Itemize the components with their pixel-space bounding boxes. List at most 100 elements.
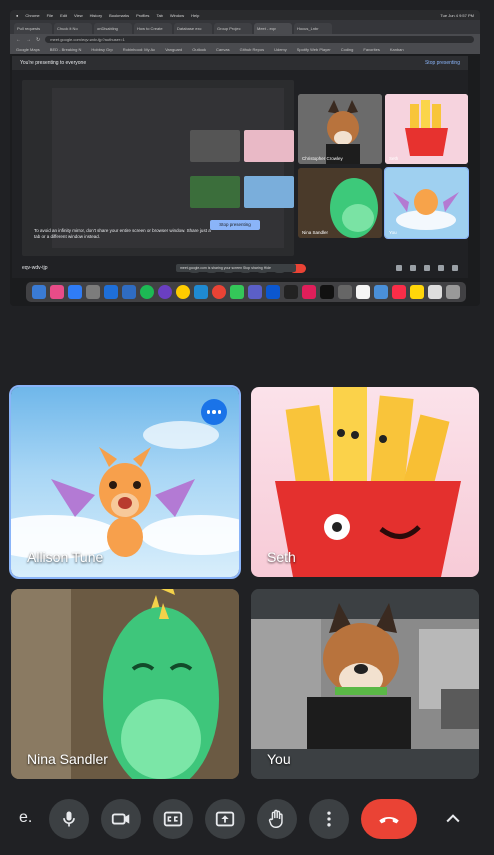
bookmark: Github Repos [239, 47, 265, 52]
mini-right-icons [396, 265, 458, 271]
green-dinosaur-icon [298, 168, 382, 238]
browser-tab: Database exc [174, 23, 212, 34]
vscode-icon [194, 285, 208, 299]
browser-tab: How to Create [134, 23, 172, 34]
mirror-tile [190, 176, 240, 208]
microphone-button[interactable] [49, 799, 89, 839]
closed-captions-icon [163, 811, 183, 827]
bookmarks-bar: Google Maps BED - Breaking N Hobbsy Grp … [10, 45, 480, 54]
participant-tile-nina[interactable]: Nina Sandler [11, 589, 239, 779]
address-bar: meet.google.com/eqv-wdv-tjp?authuser=1 [45, 36, 474, 43]
document-icon [428, 285, 442, 299]
purple-winged-dragon-icon [385, 168, 468, 238]
infinity-mirror-warning: To avoid an infinity mirror, don't share… [34, 228, 211, 239]
captions-button[interactable] [153, 799, 193, 839]
mac-dock [26, 282, 466, 302]
mini-info-icon [396, 265, 402, 271]
trash-icon [446, 285, 460, 299]
mirror-tile [244, 176, 294, 208]
mini-tile-nina: Nina Sandler [298, 168, 382, 238]
teams-icon [248, 285, 262, 299]
bookmark: Google Maps [16, 47, 40, 52]
microphone-icon [63, 811, 75, 827]
bookmark: Hobbsy Grp [91, 47, 113, 52]
settings-icon [86, 285, 100, 299]
mini-people-icon [410, 265, 416, 271]
more-options-button[interactable] [309, 799, 349, 839]
bookmark: Kanban [389, 47, 404, 52]
calculator-icon [338, 285, 352, 299]
mirror-tile [244, 130, 294, 162]
photos-icon [50, 285, 64, 299]
menubar-apple-icon: ● [16, 12, 19, 18]
participant-name: Nina Sandler [27, 751, 108, 767]
participant-tile-you[interactable]: You [251, 589, 479, 779]
preview-icon [374, 285, 388, 299]
back-arrow-icon: ← [16, 36, 21, 43]
calendar-icon [356, 285, 370, 299]
expand-controls-button[interactable] [440, 807, 466, 831]
notes-icon [410, 285, 424, 299]
bookmark: Vanguard [165, 47, 183, 52]
present-screen-button[interactable] [205, 799, 245, 839]
raise-hand-button[interactable] [257, 799, 297, 839]
bookmark: Robinhood: My Ac [122, 47, 156, 52]
music-icon [392, 285, 406, 299]
bookmark: Coding [340, 47, 354, 52]
bookmark: Favorites [363, 47, 380, 52]
participant-name: Seth [267, 549, 296, 565]
menubar-item: Help [191, 12, 200, 18]
participant-name: You [267, 751, 291, 767]
menubar-item: History [89, 12, 103, 18]
participant-tile-allison[interactable]: Allison Tune [9, 385, 241, 579]
mini-lock-icon [452, 265, 458, 271]
menubar-item: Window [169, 12, 185, 18]
meeting-code-small: eqv-wdv-tjp [22, 265, 48, 271]
toast-stop: Stop sharing [243, 266, 263, 270]
outlook-icon [104, 285, 118, 299]
mini-tile-you: You [384, 167, 469, 239]
dot-icon [217, 410, 222, 414]
bookmark: BED - Breaking N [49, 47, 82, 52]
toast-text: meet.google.com is sharing your screen [180, 266, 243, 270]
meeting-code: e. [19, 809, 33, 826]
forward-arrow-icon: → [26, 36, 31, 43]
browser-tab: Hocus_Lnbr [294, 23, 332, 34]
end-call-button[interactable] [361, 799, 417, 839]
app-store-icon [68, 285, 82, 299]
menubar-item: Edit [60, 12, 68, 18]
word-icon [122, 285, 136, 299]
more-vertical-icon [327, 811, 331, 827]
french-fries-icon [385, 94, 468, 164]
bookmark: Udemy [274, 47, 287, 52]
participant-tile-seth[interactable]: Seth [251, 387, 479, 577]
stop-presenting-button-preview: Stop presenting [210, 220, 260, 230]
messages-icon [230, 285, 244, 299]
mini-activities-icon [438, 265, 444, 271]
stop-presenting-link: Stop presenting [424, 60, 460, 66]
mini-tile-name: Seth [389, 156, 399, 161]
participant-more-options-button[interactable] [201, 399, 227, 425]
camera-button[interactable] [101, 799, 141, 839]
mini-tile-name: Nina Sandler [302, 230, 329, 235]
presenting-banner: You're presenting to everyone Stop prese… [12, 56, 468, 70]
browser-tab: Pull requests [14, 23, 52, 34]
mini-chat-icon [424, 265, 430, 271]
raise-hand-icon [268, 809, 283, 828]
reload-icon: ↻ [36, 36, 41, 43]
browser-tab-strip: Pull requests Chuck it No onDisabling Ho… [10, 20, 480, 34]
browser-tab: Chuck it No [54, 23, 92, 34]
browser-tab: Group Projec [214, 23, 252, 34]
github-icon [284, 285, 298, 299]
chevron-up-icon [446, 814, 460, 823]
finder-icon [32, 285, 46, 299]
menubar-item: Bookmarks [109, 12, 130, 18]
toast-hide: Hide [263, 266, 271, 270]
terminal-icon [320, 285, 334, 299]
dog-filter-icon [298, 94, 382, 164]
menubar-item: Chrome [25, 12, 40, 18]
browser-tab: onDisabling [94, 23, 132, 34]
screen-share-toast: meet.google.com is sharing your screen S… [176, 264, 296, 272]
slack-icon [302, 285, 316, 299]
bookmark: Canvas [216, 47, 230, 52]
